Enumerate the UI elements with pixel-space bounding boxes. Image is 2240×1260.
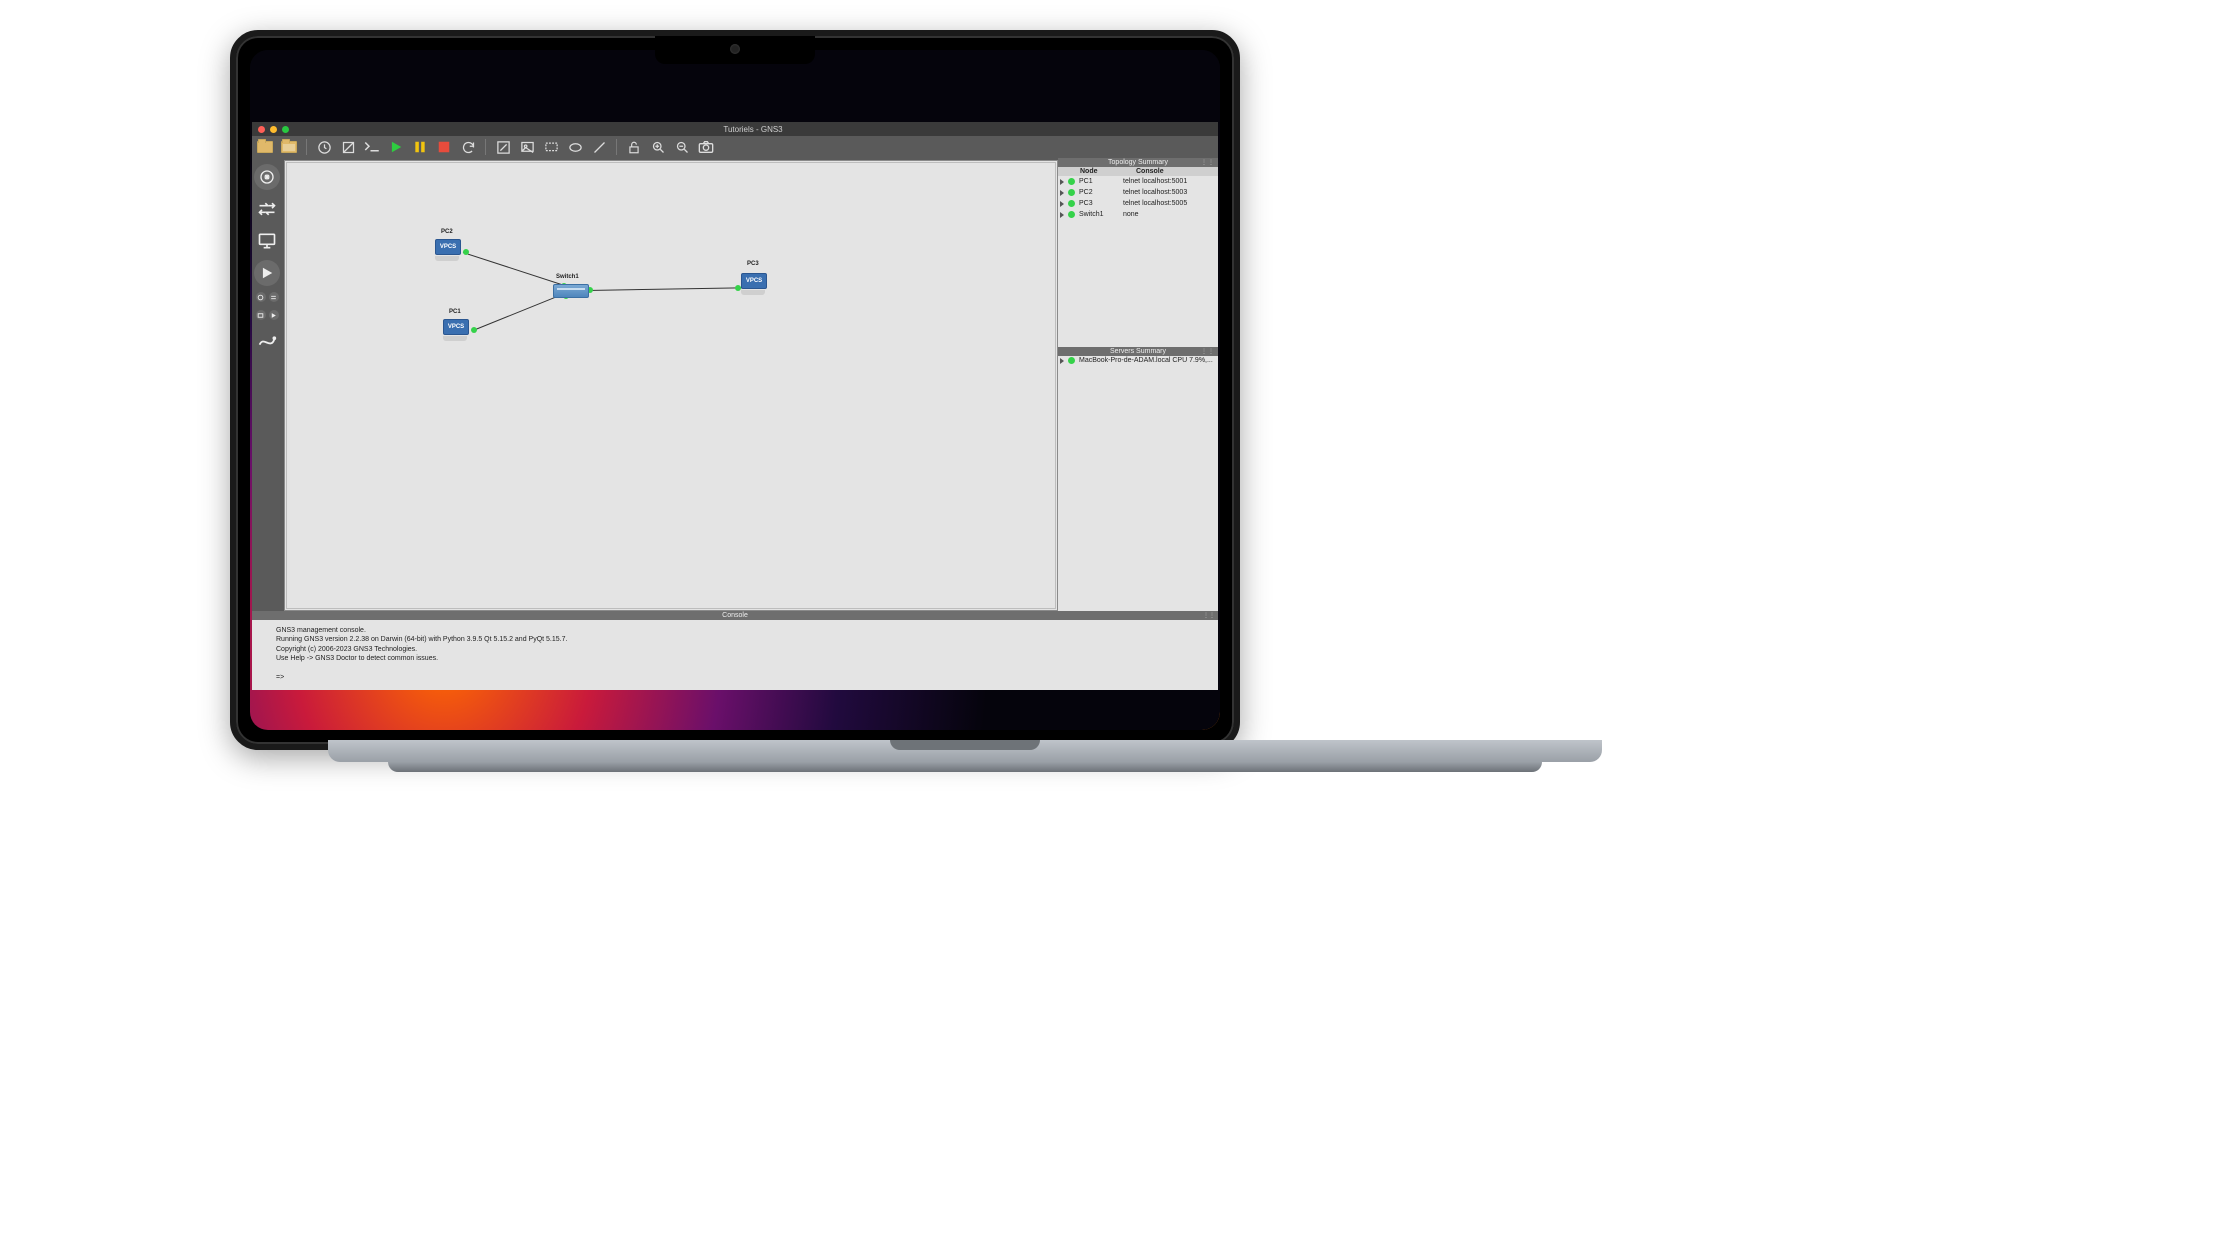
routers-category-button[interactable]: [254, 164, 280, 190]
new-project-button[interactable]: [256, 138, 274, 156]
laptop-mockup: Tutoriels - GNS3: [230, 30, 1240, 750]
window-close-button[interactable]: [258, 126, 265, 133]
screenshot-button[interactable]: [697, 138, 715, 156]
all-devices-category-button[interactable]: [254, 292, 280, 304]
servers-summary-panel: MacBook-Pro-de-ADAM.local CPU 7.9%,...: [1058, 356, 1218, 611]
expand-icon[interactable]: [1060, 358, 1064, 364]
clock-icon[interactable]: [315, 138, 333, 156]
end-devices-category-button[interactable]: [254, 228, 280, 254]
node-pc1[interactable]: VPCS: [443, 319, 471, 341]
window-title: Tutoriels - GNS3: [294, 125, 1212, 134]
laptop-base: [328, 740, 1602, 782]
servers-summary-header[interactable]: Servers Summary⋮⋮: [1058, 347, 1218, 356]
node-label[interactable]: PC1: [449, 309, 461, 315]
node-switch1[interactable]: [553, 284, 589, 298]
server-row[interactable]: MacBook-Pro-de-ADAM.local CPU 7.9%,...: [1058, 356, 1218, 365]
node-label[interactable]: PC3: [747, 261, 759, 267]
status-running-icon: [1068, 211, 1075, 218]
main-toolbar: [252, 136, 1218, 158]
column-header-node[interactable]: Node: [1080, 168, 1132, 175]
console-all-button[interactable]: [363, 138, 381, 156]
topology-summary-panel: Node Console PC1telnet localhost:5001 PC…: [1058, 167, 1218, 347]
topology-row[interactable]: PC3telnet localhost:5005: [1058, 198, 1218, 209]
camera-icon: [730, 44, 740, 54]
node-pc3[interactable]: VPCS: [741, 273, 769, 295]
topology-canvas[interactable]: PC2 VPCS PC1 VPCS Switch: [284, 160, 1058, 611]
snapshot-button[interactable]: [339, 138, 357, 156]
draw-rectangle-button[interactable]: [542, 138, 560, 156]
gns3-window: Tutoriels - GNS3: [252, 122, 1218, 690]
panel-grip-icon[interactable]: ⋮⋮: [1201, 159, 1215, 166]
panel-grip-icon[interactable]: ⋮⋮: [1203, 612, 1215, 619]
zoom-out-button[interactable]: [673, 138, 691, 156]
node-label[interactable]: PC2: [441, 229, 453, 235]
topology-row[interactable]: Switch1none: [1058, 209, 1218, 220]
console-panel-header[interactable]: Console⋮⋮: [252, 611, 1218, 620]
laptop-screen: Tutoriels - GNS3: [250, 50, 1220, 730]
laptop-notch: [655, 36, 815, 64]
laptop-bezel: Tutoriels - GNS3: [230, 30, 1240, 750]
vpcs-icon: VPCS: [435, 239, 461, 255]
expand-icon[interactable]: [1060, 212, 1064, 218]
node-label[interactable]: Switch1: [556, 274, 579, 280]
pause-all-button[interactable]: [411, 138, 429, 156]
column-header-console[interactable]: Console: [1136, 168, 1216, 175]
vpcs-icon: VPCS: [443, 319, 469, 335]
add-link-button[interactable]: [254, 328, 280, 354]
window-minimize-button[interactable]: [270, 126, 277, 133]
draw-ellipse-button[interactable]: [566, 138, 584, 156]
insert-image-button[interactable]: [518, 138, 536, 156]
expand-icon[interactable]: [1060, 201, 1064, 207]
security-devices-category-button[interactable]: [254, 260, 280, 286]
device-toolbar: [252, 158, 282, 611]
topology-canvas-container: PC2 VPCS PC1 VPCS Switch: [282, 158, 1058, 611]
reload-all-button[interactable]: [459, 138, 477, 156]
stop-all-button[interactable]: [435, 138, 453, 156]
topology-row[interactable]: PC2telnet localhost:5003: [1058, 187, 1218, 198]
window-titlebar[interactable]: Tutoriels - GNS3: [252, 122, 1218, 136]
window-zoom-button[interactable]: [282, 126, 289, 133]
status-running-icon: [1068, 189, 1075, 196]
console-output[interactable]: GNS3 management console. Running GNS3 ve…: [252, 620, 1218, 690]
add-note-button[interactable]: [494, 138, 512, 156]
browse-all-button[interactable]: [254, 310, 280, 322]
status-running-icon: [1068, 357, 1075, 364]
topology-summary-header[interactable]: Topology Summary⋮⋮: [1058, 158, 1218, 167]
topology-table-header: Node Console: [1058, 167, 1218, 176]
vpcs-icon: VPCS: [741, 273, 767, 289]
right-sidebar: Topology Summary⋮⋮ Node Console PC1telne…: [1058, 158, 1218, 611]
start-all-button[interactable]: [387, 138, 405, 156]
zoom-in-button[interactable]: [649, 138, 667, 156]
node-pc2[interactable]: VPCS: [435, 239, 463, 261]
status-running-icon: [1068, 200, 1075, 207]
expand-icon[interactable]: [1060, 190, 1064, 196]
lock-button[interactable]: [625, 138, 643, 156]
panel-grip-icon[interactable]: ⋮⋮: [1201, 348, 1215, 355]
expand-icon[interactable]: [1060, 179, 1064, 185]
open-project-button[interactable]: [280, 138, 298, 156]
draw-line-button[interactable]: [590, 138, 608, 156]
topology-row[interactable]: PC1telnet localhost:5001: [1058, 176, 1218, 187]
status-running-icon: [1068, 178, 1075, 185]
switches-category-button[interactable]: [254, 196, 280, 222]
